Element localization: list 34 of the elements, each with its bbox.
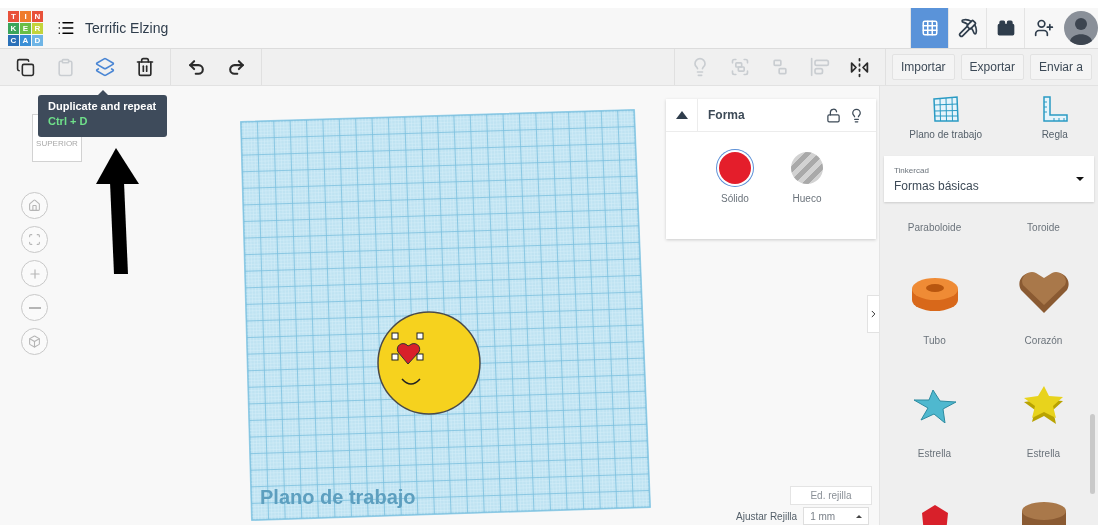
tooltip-title: Duplicate and repeat: [48, 100, 157, 112]
toolbar-button[interactable]: Exportar: [960, 54, 1024, 80]
option-label: Hueco: [792, 193, 822, 204]
logo: T I N K E R C A D: [8, 10, 43, 46]
library-tool[interactable]: Plano de trabajo: [909, 94, 983, 140]
tool-label: Regla: [1041, 128, 1068, 140]
edit-grid-button[interactable]: Ed. rejilla: [790, 486, 872, 505]
toolbar-button[interactable]: Importar: [891, 54, 955, 80]
shape-option[interactable]: Sólido: [719, 152, 751, 204]
toolbar-button[interactable]: Enviar a: [1029, 54, 1092, 80]
shape-item[interactable]: Estrella: [880, 370, 989, 483]
tool-label: Plano de trabajo: [909, 128, 983, 140]
shape-label: Paraboloide: [907, 222, 962, 233]
snap-grid-select[interactable]: 1 mm: [803, 507, 870, 525]
view-cube-label: SUPERIOR: [36, 139, 78, 148]
category-dropdown[interactable]: Tinkercad Formas básicas: [884, 156, 1094, 202]
workplane-label: Plano de trabajo: [260, 486, 416, 508]
shape-item[interactable]: Tubo: [880, 257, 989, 370]
shape-item[interactable]: Paraboloide: [880, 206, 989, 257]
shape-label: Corazón: [1024, 335, 1063, 346]
snap-grid-label: Ajustar Rejilla: [736, 510, 798, 522]
dropdown-label: Tinkercad: [894, 165, 930, 175]
shape-item[interactable]: Toroide: [989, 206, 1098, 257]
shape-label: Tubo: [923, 335, 946, 346]
shape-option[interactable]: Hueco: [791, 152, 823, 204]
shape-label: Estrella: [1026, 448, 1061, 459]
library-tool[interactable]: Regla: [1040, 94, 1069, 140]
shape-label: Toroide: [1027, 222, 1060, 233]
shape-item[interactable]: Corazón: [989, 257, 1098, 370]
option-label: Sólido: [721, 193, 749, 204]
shape-label: Estrella: [917, 448, 952, 459]
dropdown-value: Formas básicas: [894, 178, 980, 193]
design-title: Terrific Elzing: [85, 20, 169, 36]
panel-title: Forma: [708, 108, 746, 122]
